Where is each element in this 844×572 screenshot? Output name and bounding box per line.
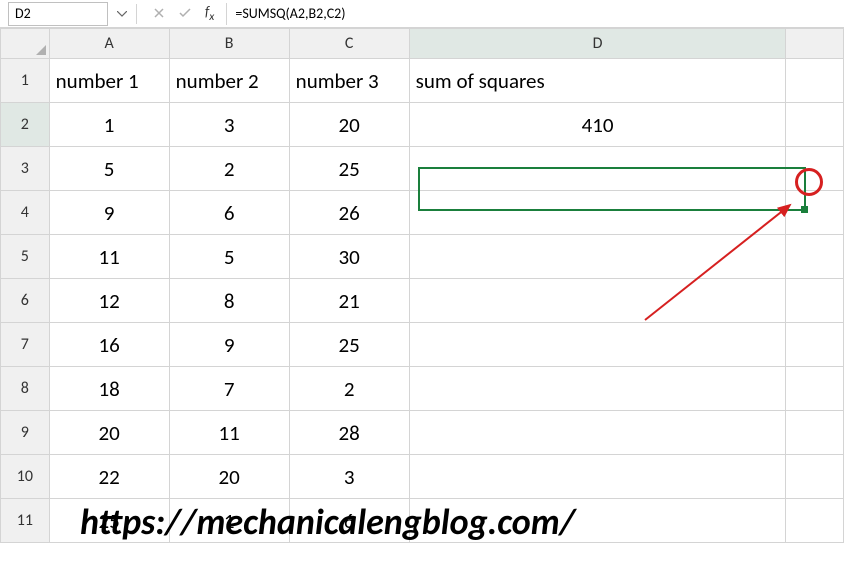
cell-e8[interactable] bbox=[786, 367, 844, 411]
row-header-11[interactable]: 11 bbox=[1, 499, 50, 543]
formula-bar: D2 fx bbox=[0, 0, 844, 28]
cell-d11[interactable] bbox=[409, 499, 786, 543]
cell-a7[interactable]: 16 bbox=[49, 323, 169, 367]
cell-c11[interactable]: 6 bbox=[289, 499, 409, 543]
cell-b6[interactable]: 8 bbox=[169, 279, 289, 323]
cell-b11[interactable]: 1 bbox=[169, 499, 289, 543]
cell-a8[interactable]: 18 bbox=[49, 367, 169, 411]
cell-a6[interactable]: 12 bbox=[49, 279, 169, 323]
cell-d9[interactable] bbox=[409, 411, 786, 455]
fx-icon[interactable]: fx bbox=[201, 3, 218, 24]
cell-d10[interactable] bbox=[409, 455, 786, 499]
cell-c5[interactable]: 30 bbox=[289, 235, 409, 279]
col-header-d[interactable]: D bbox=[409, 29, 786, 59]
cell-b8[interactable]: 7 bbox=[169, 367, 289, 411]
cancel-icon[interactable] bbox=[149, 3, 169, 23]
row-header-10[interactable]: 10 bbox=[1, 455, 50, 499]
select-all-corner[interactable] bbox=[1, 29, 50, 59]
cell-e7[interactable] bbox=[786, 323, 844, 367]
cell-d5[interactable] bbox=[409, 235, 786, 279]
cell-b7[interactable]: 9 bbox=[169, 323, 289, 367]
cell-d3[interactable] bbox=[409, 147, 786, 191]
col-header-c[interactable]: C bbox=[289, 29, 409, 59]
name-box-dropdown-icon[interactable] bbox=[112, 11, 132, 17]
cell-e2[interactable] bbox=[786, 103, 844, 147]
cell-d7[interactable] bbox=[409, 323, 786, 367]
cell-e4[interactable] bbox=[786, 191, 844, 235]
cell-c9[interactable]: 28 bbox=[289, 411, 409, 455]
cell-d2[interactable]: 410 bbox=[409, 103, 786, 147]
cell-c2[interactable]: 20 bbox=[289, 103, 409, 147]
name-box-value: D2 bbox=[15, 5, 31, 22]
cell-a11[interactable]: 25 bbox=[49, 499, 169, 543]
cell-a3[interactable]: 5 bbox=[49, 147, 169, 191]
row-header-8[interactable]: 8 bbox=[1, 367, 50, 411]
spreadsheet-grid: A B C D 1 number 1 number 2 number 3 sum… bbox=[0, 28, 844, 543]
cell-a10[interactable]: 22 bbox=[49, 455, 169, 499]
cell-e11[interactable] bbox=[786, 499, 844, 543]
col-header-b[interactable]: B bbox=[169, 29, 289, 59]
col-header-a[interactable]: A bbox=[49, 29, 169, 59]
cell-e3[interactable] bbox=[786, 147, 844, 191]
cell-b9[interactable]: 11 bbox=[169, 411, 289, 455]
row-header-4[interactable]: 4 bbox=[1, 191, 50, 235]
cell-b5[interactable]: 5 bbox=[169, 235, 289, 279]
cell-e10[interactable] bbox=[786, 455, 844, 499]
enter-icon[interactable] bbox=[175, 3, 195, 23]
cell-c10[interactable]: 3 bbox=[289, 455, 409, 499]
cell-c1[interactable]: number 3 bbox=[289, 59, 409, 103]
cell-c3[interactable]: 25 bbox=[289, 147, 409, 191]
cell-e6[interactable] bbox=[786, 279, 844, 323]
row-header-6[interactable]: 6 bbox=[1, 279, 50, 323]
row-header-5[interactable]: 5 bbox=[1, 235, 50, 279]
cell-d4[interactable] bbox=[409, 191, 786, 235]
cell-c6[interactable]: 21 bbox=[289, 279, 409, 323]
row-header-7[interactable]: 7 bbox=[1, 323, 50, 367]
cell-d8[interactable] bbox=[409, 367, 786, 411]
cell-e9[interactable] bbox=[786, 411, 844, 455]
col-header-e[interactable] bbox=[786, 29, 844, 59]
cell-c7[interactable]: 25 bbox=[289, 323, 409, 367]
formula-buttons: fx bbox=[141, 3, 226, 24]
cell-c8[interactable]: 2 bbox=[289, 367, 409, 411]
cell-d1[interactable]: sum of squares bbox=[409, 59, 786, 103]
cell-b2[interactable]: 3 bbox=[169, 103, 289, 147]
cell-a5[interactable]: 11 bbox=[49, 235, 169, 279]
row-header-1[interactable]: 1 bbox=[1, 59, 50, 103]
cell-a1[interactable]: number 1 bbox=[49, 59, 169, 103]
cell-b10[interactable]: 20 bbox=[169, 455, 289, 499]
cell-e1[interactable] bbox=[786, 59, 844, 103]
row-header-3[interactable]: 3 bbox=[1, 147, 50, 191]
cell-a4[interactable]: 9 bbox=[49, 191, 169, 235]
cell-b1[interactable]: number 2 bbox=[169, 59, 289, 103]
cell-b3[interactable]: 2 bbox=[169, 147, 289, 191]
name-box[interactable]: D2 bbox=[8, 2, 108, 26]
cell-d6[interactable] bbox=[409, 279, 786, 323]
row-header-9[interactable]: 9 bbox=[1, 411, 50, 455]
cell-b4[interactable]: 6 bbox=[169, 191, 289, 235]
cell-a9[interactable]: 20 bbox=[49, 411, 169, 455]
cell-e5[interactable] bbox=[786, 235, 844, 279]
cell-a2[interactable]: 1 bbox=[49, 103, 169, 147]
row-header-2[interactable]: 2 bbox=[1, 103, 50, 147]
cell-c4[interactable]: 26 bbox=[289, 191, 409, 235]
formula-input[interactable] bbox=[226, 3, 844, 25]
